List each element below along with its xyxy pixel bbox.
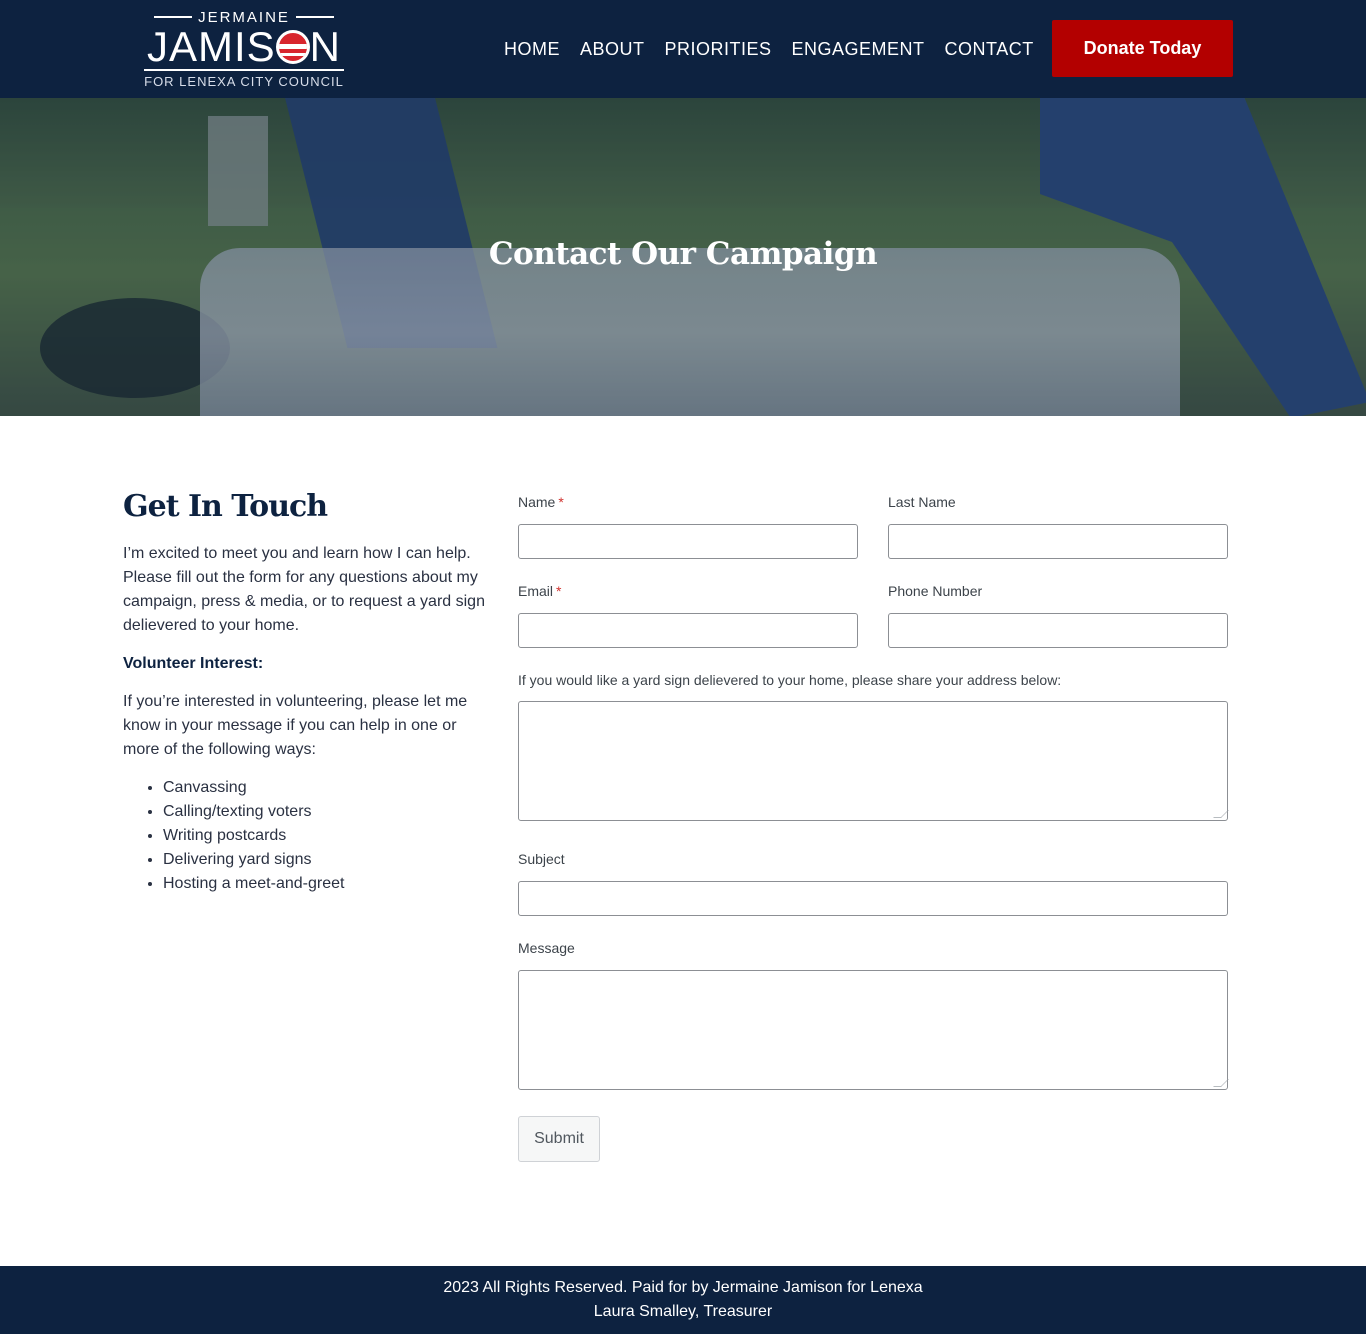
logo-subtitle: FOR LENEXA CITY COUNCIL (144, 74, 344, 89)
nav-engagement[interactable]: ENGAGEMENT (782, 30, 935, 68)
site-footer: 2023 All Rights Reserved. Paid for by Je… (0, 1266, 1366, 1334)
contact-heading: Get In Touch (123, 489, 328, 524)
nav-contact[interactable]: CONTACT (935, 30, 1044, 68)
email-field[interactable] (518, 613, 858, 648)
address-textarea[interactable] (518, 701, 1229, 821)
list-item: Delivering yard signs (163, 848, 488, 872)
footer-copyright: 2023 All Rights Reserved. Paid for by Je… (443, 1279, 923, 1296)
address-label: If you would like a yard sign delievered… (518, 672, 1062, 688)
logo-last-name: JAMIS N (142, 24, 346, 70)
logo-rule-left (154, 16, 193, 18)
volunteer-title: Volunteer Interest: (123, 655, 264, 672)
footer-treasurer: Laura Smalley, Treasurer (593, 1303, 773, 1320)
name-field[interactable] (518, 524, 858, 559)
logo-rule-right (295, 16, 334, 18)
subject-label: Subject (518, 851, 565, 867)
list-item: Hosting a meet-and-greet (163, 872, 488, 896)
list-item: Canvassing (163, 776, 488, 800)
hero-banner: Contact Our Campaign (0, 98, 1366, 416)
last-name-field[interactable] (888, 524, 1228, 559)
list-item: Calling/texting voters (163, 800, 488, 824)
list-item: Writing postcards (163, 824, 488, 848)
name-label-text: Name (518, 494, 556, 510)
volunteer-list: Canvassing Calling/texting voters Writin… (123, 776, 488, 896)
site-header: JERMAINE JAMIS N FOR LENEXA CITY COUNCIL … (0, 0, 1366, 98)
phone-label: Phone Number (888, 583, 983, 599)
logo-last-name-start: JAMIS (146, 23, 276, 70)
name-label: Name * (518, 494, 564, 510)
email-label-text: Email (518, 583, 554, 599)
main-nav: HOME ABOUT PRIORITIES ENGAGEMENT CONTACT (494, 30, 1044, 68)
nav-priorities[interactable]: PRIORITIES (655, 30, 782, 68)
contact-info: Get In Touch I’m excited to meet you and… (123, 488, 488, 896)
contact-intro: I’m excited to meet you and learn how I … (123, 545, 485, 634)
subject-field[interactable] (518, 881, 1228, 916)
logo-ball-icon (275, 30, 310, 64)
donate-button[interactable]: Donate Today (1052, 20, 1233, 77)
volunteer-text: If you’re interested in volunteering, pl… (123, 693, 468, 758)
resize-handle-icon[interactable] (1213, 1079, 1229, 1087)
hero-title: Contact Our Campaign (488, 236, 878, 272)
nav-home[interactable]: HOME (494, 30, 570, 68)
last-name-label: Last Name (888, 494, 956, 510)
logo-divider (144, 69, 344, 71)
campaign-logo[interactable]: JERMAINE JAMIS N FOR LENEXA CITY COUNCIL (142, 8, 346, 92)
email-label: Email * (518, 583, 561, 599)
message-label: Message (518, 940, 575, 956)
submit-button[interactable]: Submit (518, 1116, 600, 1162)
phone-field[interactable] (888, 613, 1228, 648)
message-textarea[interactable] (518, 970, 1229, 1090)
nav-about[interactable]: ABOUT (570, 30, 655, 68)
required-mark: * (558, 494, 564, 510)
logo-last-name-end: N (309, 23, 342, 70)
resize-handle-icon[interactable] (1213, 810, 1229, 818)
required-mark: * (556, 583, 562, 599)
